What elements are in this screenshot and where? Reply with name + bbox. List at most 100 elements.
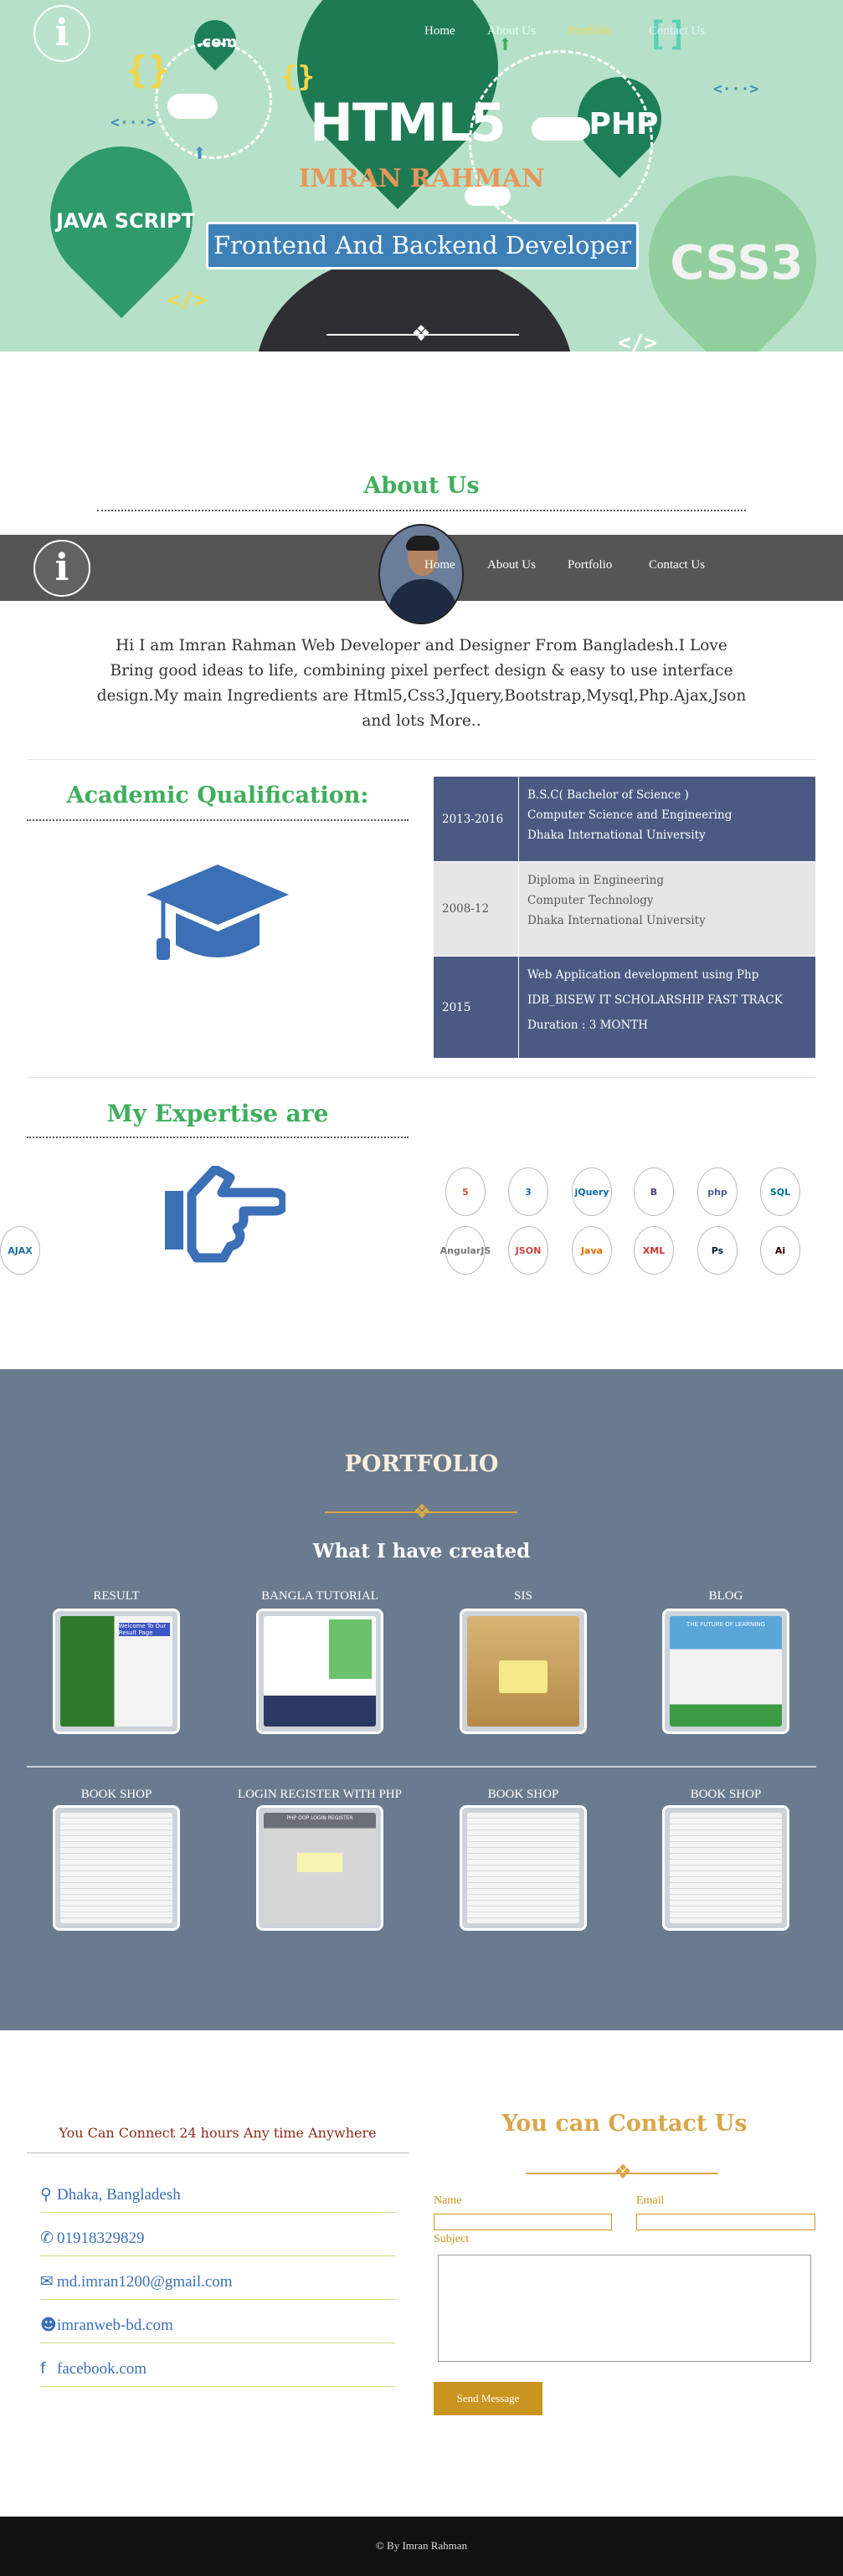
qualification-details: Diploma in Engineering Computer Technolog…: [519, 862, 815, 956]
avatar: [378, 524, 464, 624]
php-balloon-label: PHP: [589, 107, 659, 141]
portfolio-item-thumbnail[interactable]: [662, 1805, 789, 1931]
portfolio-screenshot: PHP OOP LOGIN REGISTER: [264, 1813, 376, 1923]
connect-text: You Can Connect 24 hours Any time Anywhe…: [59, 2125, 377, 2141]
qualification-row: 2008-12 Diploma in Engineering Computer Te…: [434, 862, 815, 956]
hero-tagline: Frontend And Backend Developer: [206, 222, 639, 269]
php-icon: php: [697, 1167, 738, 1216]
qualification-line: IDB_BISEW IT SCHOLARSHIP FAST TRACK: [527, 993, 783, 1007]
message-textarea[interactable]: [438, 2255, 811, 2362]
portfolio-item-caption: BLOG: [708, 1589, 743, 1603]
contact-title: You can Contact Us: [501, 2111, 748, 2137]
xml-icon: XML: [634, 1226, 674, 1275]
arrows-icon: <···>: [111, 114, 157, 131]
qualification-line: Diploma in Engineering: [527, 874, 664, 887]
portfolio-screenshot: [467, 1616, 579, 1727]
about-text: Hi I am Imran Rahman Web Developer and D…: [96, 637, 747, 730]
portfolio-item-thumbnail[interactable]: Welcome To Our Result Page: [53, 1609, 180, 1734]
braces-icon: {}: [280, 60, 315, 94]
result-thumb-text: Welcome To Our Result Page: [118, 1623, 171, 1636]
name-label: Name: [434, 2194, 462, 2207]
sticky-nav-about[interactable]: About Us: [487, 558, 536, 572]
footer-copyright: © By Imran Rahman: [375, 2539, 468, 2552]
portfolio-item-thumbnail[interactable]: [460, 1609, 587, 1734]
qualification-line: Dhaka International University: [527, 914, 706, 927]
send-message-button[interactable]: Send Message: [434, 2382, 542, 2415]
sticky-nav-contact[interactable]: Contact Us: [649, 558, 705, 572]
nav-about[interactable]: About Us: [487, 24, 536, 38]
sticky-nav-home[interactable]: Home: [424, 558, 455, 572]
contact-item-text: md.imran1200@gmail.com: [57, 2273, 233, 2291]
qualification-line: Dhaka International University: [527, 829, 706, 842]
contact-item-text: Dhaka, Bangladesh: [57, 2186, 181, 2204]
portfolio-item-caption: RESULT: [93, 1589, 140, 1603]
java-label: Java: [580, 1244, 604, 1256]
qualification-row: 2015 Web Application development using Ph…: [434, 957, 815, 1058]
contact-item[interactable]: f facebook.com: [40, 2359, 395, 2387]
json-icon: JSON: [508, 1226, 548, 1275]
portfolio-title: PORTFOLIO: [344, 1451, 499, 1477]
portfolio-item-thumbnail[interactable]: THE FUTURE OF LEARNING: [662, 1609, 789, 1734]
contact-item[interactable]: ⚲ Dhaka, Bangladesh: [40, 2185, 395, 2213]
braces-icon: {}: [126, 49, 170, 91]
portfolio-item-caption: BOOK SHOP: [690, 1788, 762, 1801]
portfolio-screenshot: THE FUTURE OF LEARNING: [670, 1616, 782, 1727]
contact-item[interactable]: ✉ md.imran1200@gmail.com: [40, 2272, 395, 2300]
about-title: About Us: [363, 473, 480, 499]
code-tag-icon: </>: [167, 288, 207, 313]
portfolio-item-thumbnail[interactable]: [53, 1805, 180, 1931]
qualification-line: Duration : 3 MONTH: [527, 1019, 649, 1032]
name-field[interactable]: [434, 2214, 612, 2230]
css3-icon: 3: [508, 1167, 548, 1216]
envelope-icon: ✉: [40, 2272, 54, 2291]
contact-item[interactable]: ☻imranweb-bd.com: [40, 2316, 395, 2343]
portfolio-item-thumbnail[interactable]: [256, 1609, 383, 1734]
email-label: Email: [636, 2194, 665, 2207]
expertise-title: My Expertise are: [106, 1100, 329, 1127]
contact-item[interactable]: ✆ 01918329829: [40, 2229, 395, 2256]
js-balloon-label: JAVA SCRIPT: [55, 209, 196, 233]
ajax-icon: AJAX: [0, 1226, 40, 1275]
phone-icon: ✆: [40, 2229, 54, 2247]
arrows-icon: <···>: [713, 80, 759, 98]
qualification-line: Web Application development using Php: [527, 968, 759, 982]
portfolio-item-caption: BOOK SHOP: [487, 1788, 559, 1801]
css3-label: 3: [525, 1186, 532, 1198]
about-divider: [97, 510, 746, 511]
sis-thumb-form: [498, 1660, 548, 1694]
email-field[interactable]: [636, 2214, 815, 2230]
portfolio-item-thumbnail[interactable]: [460, 1805, 587, 1931]
qualification-details: B.S.C( Bachelor of Science ) Computer Sci…: [519, 777, 815, 861]
jquery-icon: jQuery: [572, 1167, 612, 1216]
sticky-logo-info-icon[interactable]: i: [33, 540, 90, 597]
tutorial-thumb-strip: [264, 1696, 376, 1727]
qualification-year: 2015: [434, 957, 519, 1058]
nav-portfolio[interactable]: Portfolio: [568, 24, 612, 38]
cloud: [532, 117, 590, 141]
code-tag-icon: </>: [618, 331, 657, 352]
portfolio-screenshot: [264, 1616, 376, 1727]
logo-info-icon[interactable]: i: [33, 5, 90, 62]
portfolio-item-caption: SIS: [514, 1589, 532, 1603]
photoshop-label: Ps: [711, 1244, 724, 1256]
user-icon: ☻: [40, 2316, 57, 2334]
sticky-nav-portfolio[interactable]: Portfolio: [568, 558, 612, 572]
portfolio-item-caption: LOGIN REGISTER WITH PHP: [238, 1788, 402, 1801]
section-divider: [27, 1077, 816, 1078]
portfolio-screenshot: [670, 1813, 782, 1923]
portfolio-subtitle: What I have created: [312, 1540, 531, 1563]
nav-contact[interactable]: Contact Us: [649, 24, 705, 38]
illustrator-label: Ai: [774, 1244, 786, 1256]
map-marker-icon: ⚲: [40, 2185, 52, 2204]
portfolio-ornament-knot-icon: ❖: [413, 1500, 431, 1523]
tutorial-thumb-block: [328, 1619, 372, 1680]
hero-name: IMRAN RAHMAN: [298, 164, 545, 193]
jquery-label: jQuery: [574, 1186, 609, 1198]
nav-home[interactable]: Home: [424, 24, 455, 38]
login-thumb-text: PHP OOP LOGIN REGISTER: [286, 1815, 353, 1821]
portfolio-divider: [27, 1766, 816, 1768]
portfolio-item-thumbnail[interactable]: PHP OOP LOGIN REGISTER: [256, 1805, 383, 1931]
html5-balloon-label: HTML5: [310, 92, 506, 153]
cloud: [167, 94, 218, 119]
portfolio-item-caption: BOOK SHOP: [80, 1788, 152, 1801]
